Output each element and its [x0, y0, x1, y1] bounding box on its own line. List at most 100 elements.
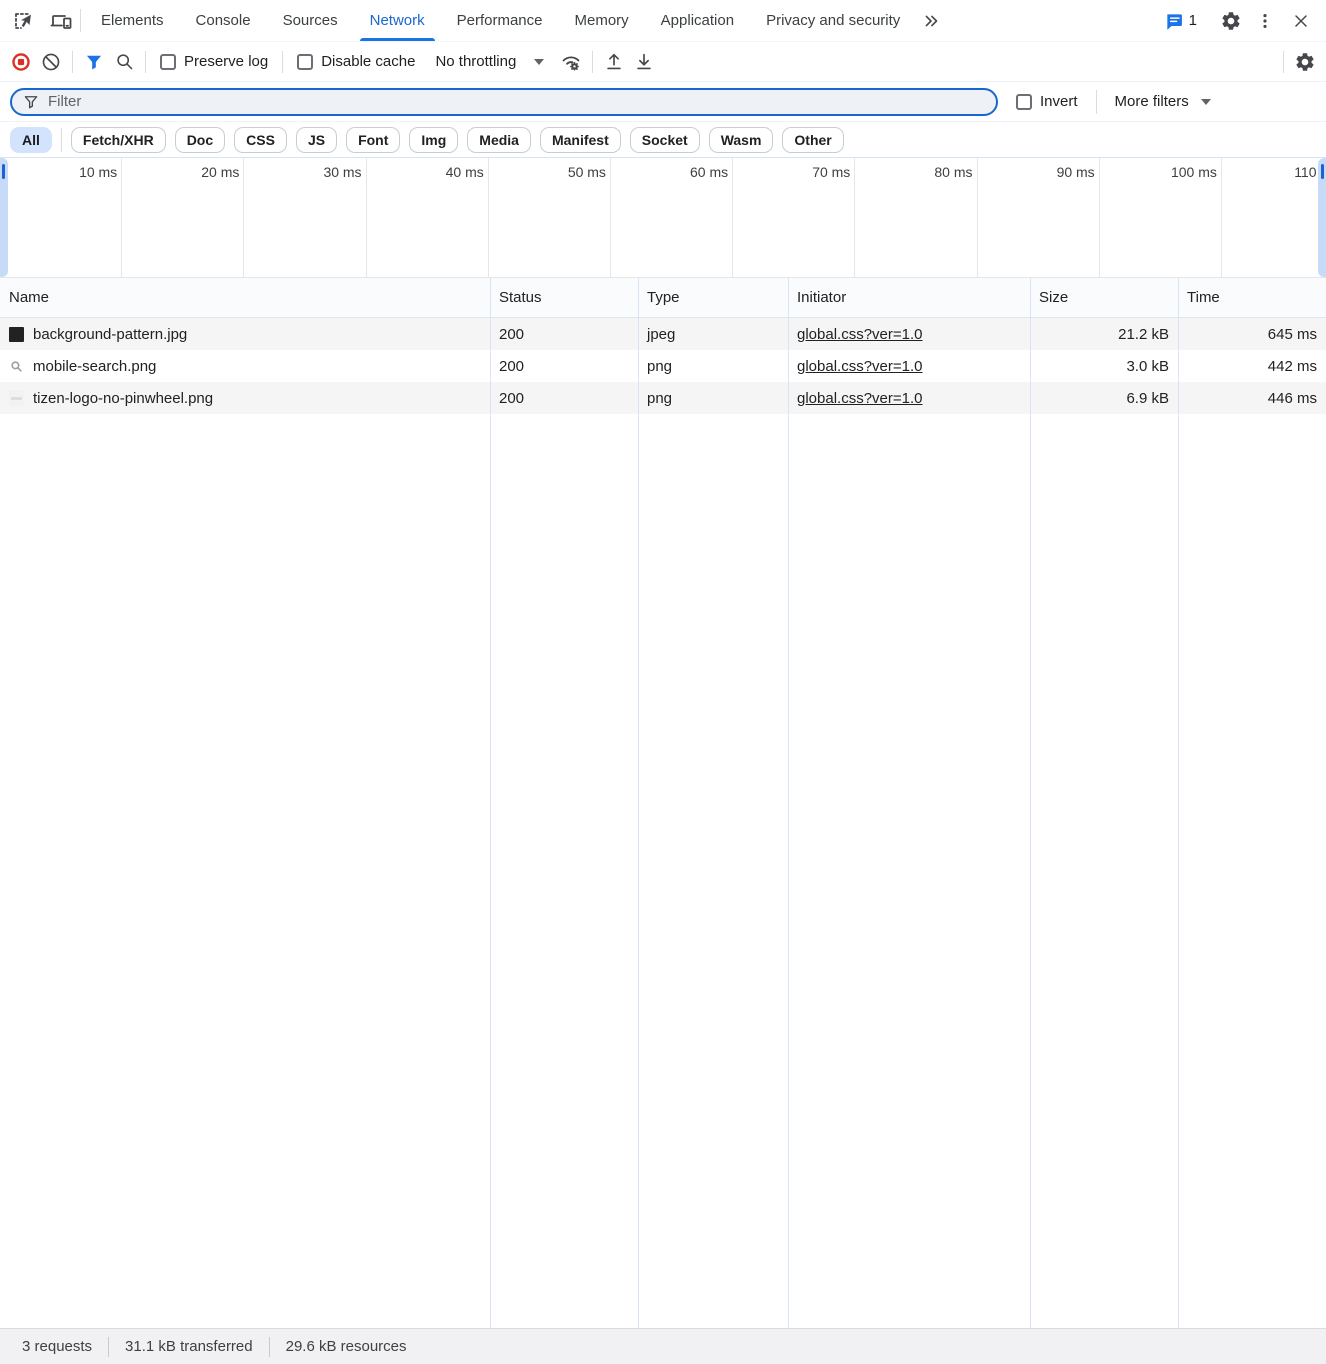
column-header-size[interactable]: Size — [1030, 289, 1178, 306]
chip-js[interactable]: JS — [296, 127, 337, 153]
request-time: 442 ms — [1178, 358, 1326, 375]
export-har-icon[interactable] — [629, 47, 659, 77]
table-row[interactable]: tizen-logo-no-pinwheel.png 200 png globa… — [0, 382, 1326, 414]
toolbar-separator — [592, 51, 593, 73]
table-empty-area — [0, 414, 1326, 1328]
invert-filter-toggle[interactable]: Invert — [1016, 93, 1078, 110]
filter-separator — [1096, 90, 1097, 114]
filter-input-container[interactable] — [10, 88, 998, 116]
table-row[interactable]: background-pattern.jpg 200 jpeg global.c… — [0, 318, 1326, 350]
import-har-icon[interactable] — [599, 47, 629, 77]
tab-console[interactable]: Console — [180, 0, 267, 41]
timeline-tick: 70 ms — [733, 158, 855, 277]
timeline-tick: 10 ms — [0, 158, 122, 277]
table-header-row: Name Status Type Initiator Size Time — [0, 278, 1326, 318]
initiator-link[interactable]: global.css?ver=1.0 — [797, 358, 923, 375]
throttling-dropdown[interactable]: No throttling — [423, 53, 556, 70]
filter-funnel-outline-icon — [22, 93, 40, 111]
timeline-tick: 90 ms — [978, 158, 1100, 277]
issues-button[interactable]: 1 — [1156, 11, 1205, 31]
transferred-summary: 31.1 kB transferred — [109, 1338, 269, 1355]
tab-network[interactable]: Network — [354, 0, 441, 41]
request-time: 446 ms — [1178, 390, 1326, 407]
inspect-cursor-icon[interactable] — [8, 0, 38, 41]
chip-all[interactable]: All — [10, 127, 52, 153]
faint-logo-thumbnail-icon — [9, 391, 24, 406]
devtools-window: Elements Console Sources Network Perform… — [0, 0, 1326, 1364]
column-header-initiator[interactable]: Initiator — [788, 289, 1030, 306]
clear-icon[interactable] — [36, 47, 66, 77]
chip-other[interactable]: Other — [782, 127, 843, 153]
filter-row: Invert More filters — [0, 82, 1326, 122]
device-toolbar-icon[interactable] — [46, 0, 76, 41]
chips-separator — [61, 128, 62, 152]
toolbar-separator — [1283, 51, 1284, 73]
filter-input[interactable] — [48, 93, 986, 110]
request-name: mobile-search.png — [33, 358, 156, 375]
tab-application[interactable]: Application — [645, 0, 750, 41]
request-type: png — [638, 390, 788, 407]
tab-performance[interactable]: Performance — [441, 0, 559, 41]
timeline-overview[interactable]: 10 ms 20 ms 30 ms 40 ms 50 ms 60 ms 70 m… — [0, 158, 1326, 278]
chip-manifest[interactable]: Manifest — [540, 127, 621, 153]
network-conditions-icon[interactable] — [556, 47, 586, 77]
chip-media[interactable]: Media — [467, 127, 531, 153]
chip-font[interactable]: Font — [346, 127, 400, 153]
invert-label: Invert — [1040, 93, 1078, 110]
chip-img[interactable]: Img — [409, 127, 458, 153]
search-icon[interactable] — [109, 47, 139, 77]
timeline-tick: 20 ms — [122, 158, 244, 277]
request-size: 21.2 kB — [1030, 326, 1178, 343]
chip-doc[interactable]: Doc — [175, 127, 225, 153]
tab-sources[interactable]: Sources — [267, 0, 354, 41]
network-toolbar: Preserve log Disable cache No throttling — [0, 42, 1326, 82]
timeline-ruler: 10 ms 20 ms 30 ms 40 ms 50 ms 60 ms 70 m… — [0, 158, 1326, 277]
tabbar-separator — [80, 9, 81, 32]
column-header-status[interactable]: Status — [490, 289, 638, 306]
tab-privacy-security[interactable]: Privacy and security — [750, 0, 916, 41]
kebab-menu-icon[interactable] — [1248, 11, 1282, 31]
filter-funnel-icon[interactable] — [79, 47, 109, 77]
record-icon[interactable] — [6, 47, 36, 77]
disable-cache-checkbox[interactable] — [297, 54, 313, 70]
overview-left-handle[interactable] — [0, 158, 8, 277]
chip-fetch-xhr[interactable]: Fetch/XHR — [71, 127, 166, 153]
overview-right-handle[interactable] — [1318, 158, 1326, 277]
initiator-link[interactable]: global.css?ver=1.0 — [797, 390, 923, 407]
preserve-log-label: Preserve log — [184, 53, 268, 70]
chevron-down-icon — [1201, 99, 1211, 105]
chip-css[interactable]: CSS — [234, 127, 287, 153]
tabbar-left-tools — [0, 0, 76, 41]
timeline-tick: 80 ms — [855, 158, 977, 277]
request-type: png — [638, 358, 788, 375]
timeline-tick: 30 ms — [244, 158, 366, 277]
preserve-log-toggle[interactable]: Preserve log — [152, 53, 276, 70]
table-row[interactable]: mobile-search.png 200 png global.css?ver… — [0, 350, 1326, 382]
timeline-tick: 110 ms — [1222, 158, 1326, 277]
column-header-type[interactable]: Type — [638, 289, 788, 306]
column-header-time[interactable]: Time — [1178, 289, 1326, 306]
chip-wasm[interactable]: Wasm — [709, 127, 774, 153]
more-filters-dropdown[interactable]: More filters — [1115, 93, 1211, 110]
settings-gear-icon[interactable] — [1214, 10, 1248, 32]
column-header-name[interactable]: Name — [0, 289, 490, 306]
preserve-log-checkbox[interactable] — [160, 54, 176, 70]
tab-elements[interactable]: Elements — [85, 0, 180, 41]
invert-checkbox[interactable] — [1016, 94, 1032, 110]
tabbar-right-controls: 1 — [1156, 0, 1326, 41]
status-bar: 3 requests 31.1 kB transferred 29.6 kB r… — [0, 1328, 1326, 1364]
toolbar-separator — [72, 51, 73, 73]
chip-socket[interactable]: Socket — [630, 127, 700, 153]
more-tabs-chevron-icon[interactable] — [916, 0, 946, 41]
issues-count: 1 — [1189, 12, 1197, 29]
issues-chat-icon — [1164, 11, 1184, 31]
request-type: jpeg — [638, 326, 788, 343]
devtools-tabbar: Elements Console Sources Network Perform… — [0, 0, 1326, 42]
toolbar-separator — [145, 51, 146, 73]
initiator-link[interactable]: global.css?ver=1.0 — [797, 326, 923, 343]
close-icon[interactable] — [1282, 11, 1320, 31]
request-status: 200 — [490, 326, 638, 343]
disable-cache-toggle[interactable]: Disable cache — [289, 53, 423, 70]
network-settings-gear-icon[interactable] — [1290, 47, 1320, 77]
tab-memory[interactable]: Memory — [559, 0, 645, 41]
